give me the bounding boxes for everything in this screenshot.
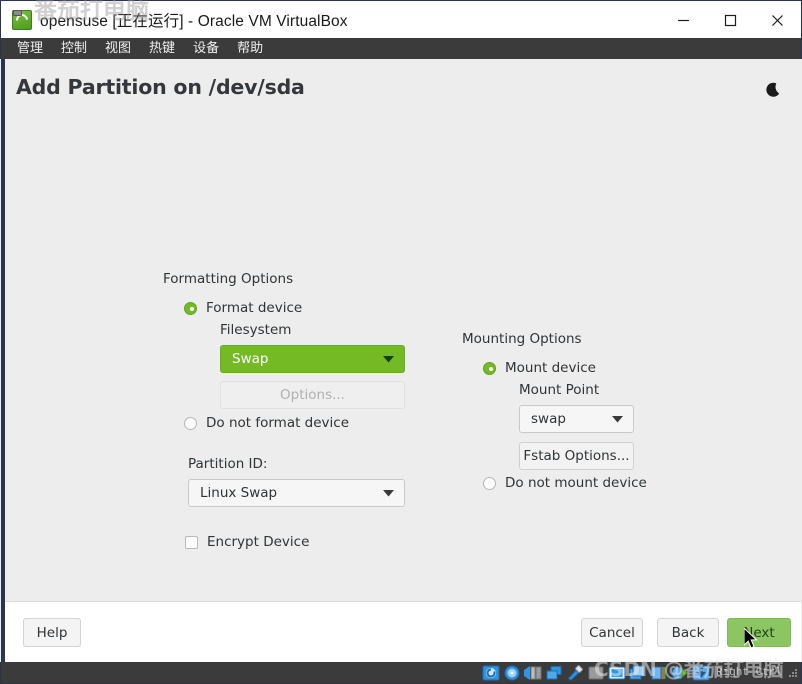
menubar: 管理 控制 视图 热键 设备 帮助 xyxy=(0,38,802,59)
harddisk-icon[interactable] xyxy=(482,665,500,681)
menu-item-view[interactable]: 视图 xyxy=(99,38,137,59)
radio-do-not-format-label: Do not format device xyxy=(206,415,350,431)
vm-device-icons xyxy=(482,664,710,681)
fstab-options-button[interactable]: Fstab Options... xyxy=(519,442,634,470)
mounting-options-label: Mounting Options xyxy=(462,331,582,347)
menu-item-hotkeys[interactable]: 热键 xyxy=(143,38,181,59)
radio-do-not-mount-device[interactable]: Do not mount device xyxy=(483,475,647,491)
features-icon[interactable] xyxy=(650,665,668,681)
chevron-down-icon xyxy=(612,411,623,427)
optical-disk-icon[interactable] xyxy=(503,665,521,681)
host-key-hint: Right Ctrl xyxy=(715,666,782,679)
formatting-options-label: Formatting Options xyxy=(163,271,294,287)
cancel-button[interactable]: Cancel xyxy=(581,618,643,647)
guest-screen: Add Partition on /dev/sda Formatting Opt… xyxy=(1,59,801,662)
menu-item-control[interactable]: 控制 xyxy=(55,38,93,59)
moon-icon[interactable] xyxy=(761,77,787,103)
floppy-icon[interactable] xyxy=(523,665,542,681)
radio-mount-device[interactable]: Mount device xyxy=(483,360,596,376)
virtualbox-window: opensuse [正在运行] - Oracle VM VirtualBox 管… xyxy=(0,0,802,684)
radio-do-not-format-device[interactable]: Do not format device xyxy=(184,415,349,431)
filesystem-select[interactable]: Swap xyxy=(220,345,405,373)
dialog-header: Add Partition on /dev/sda xyxy=(5,59,801,119)
filesystem-options-button[interactable]: Options... xyxy=(220,381,405,409)
menu-item-devices[interactable]: 设备 xyxy=(187,38,225,59)
radio-format-device-label: Format device xyxy=(206,300,303,316)
usb-icon[interactable] xyxy=(566,664,584,681)
radio-format-device[interactable]: Format device xyxy=(184,300,302,316)
checkbox-encrypt-device-box xyxy=(185,535,198,549)
minimize-button[interactable] xyxy=(660,1,707,39)
partition-id-select[interactable]: Linux Swap xyxy=(188,479,405,507)
menu-item-manage[interactable]: 管理 xyxy=(11,38,49,59)
page-title: Add Partition on /dev/sda xyxy=(16,75,305,99)
mount-point-label: Mount Point xyxy=(519,382,600,398)
maximize-button[interactable] xyxy=(707,1,754,39)
menu-item-help[interactable]: 帮助 xyxy=(231,38,269,59)
radio-mount-device-label: Mount device xyxy=(505,360,596,376)
mount-point-select[interactable]: swap xyxy=(519,405,634,433)
radio-do-not-mount-label: Do not mount device xyxy=(505,475,647,491)
dialog-body: Formatting Options Format device Filesys… xyxy=(5,119,801,601)
keyboard-icon[interactable] xyxy=(692,665,710,681)
help-button[interactable]: Help xyxy=(23,618,81,647)
checkbox-encrypt-device[interactable]: Encrypt Device xyxy=(185,534,309,550)
checkbox-encrypt-device-label: Encrypt Device xyxy=(207,534,310,550)
partition-id-label: Partition ID: xyxy=(188,456,268,472)
filesystem-select-value: Swap xyxy=(232,351,269,367)
window-titlebar: opensuse [正在运行] - Oracle VM VirtualBox xyxy=(0,0,802,38)
display-icon[interactable] xyxy=(608,665,626,681)
close-button[interactable] xyxy=(754,1,801,39)
window-controls xyxy=(660,1,801,39)
chevron-down-icon xyxy=(383,485,394,501)
filesystem-label: Filesystem xyxy=(220,322,292,338)
window-title: opensuse [正在运行] - Oracle VM VirtualBox xyxy=(40,12,348,30)
opensuse-geeko-icon xyxy=(12,9,32,30)
shared-folder-icon[interactable] xyxy=(587,665,605,681)
mouse-cursor xyxy=(743,626,760,652)
resize-grip[interactable] xyxy=(788,668,798,678)
radio-format-device-indicator xyxy=(184,301,197,315)
mouse-icon[interactable] xyxy=(671,665,689,681)
radio-do-not-format-indicator xyxy=(184,416,197,430)
vm-statusbar: Right Ctrl xyxy=(0,662,802,684)
chevron-down-icon xyxy=(383,351,394,367)
radio-mount-device-indicator xyxy=(483,361,496,375)
back-button[interactable]: Back xyxy=(657,618,719,647)
dialog-footer: Help Cancel Back Next xyxy=(5,601,801,662)
network-icon[interactable] xyxy=(545,665,563,681)
recording-icon[interactable] xyxy=(629,665,647,681)
radio-do-not-mount-indicator xyxy=(483,476,496,490)
partition-id-select-value: Linux Swap xyxy=(200,485,278,501)
mount-point-select-value: swap xyxy=(531,411,566,427)
